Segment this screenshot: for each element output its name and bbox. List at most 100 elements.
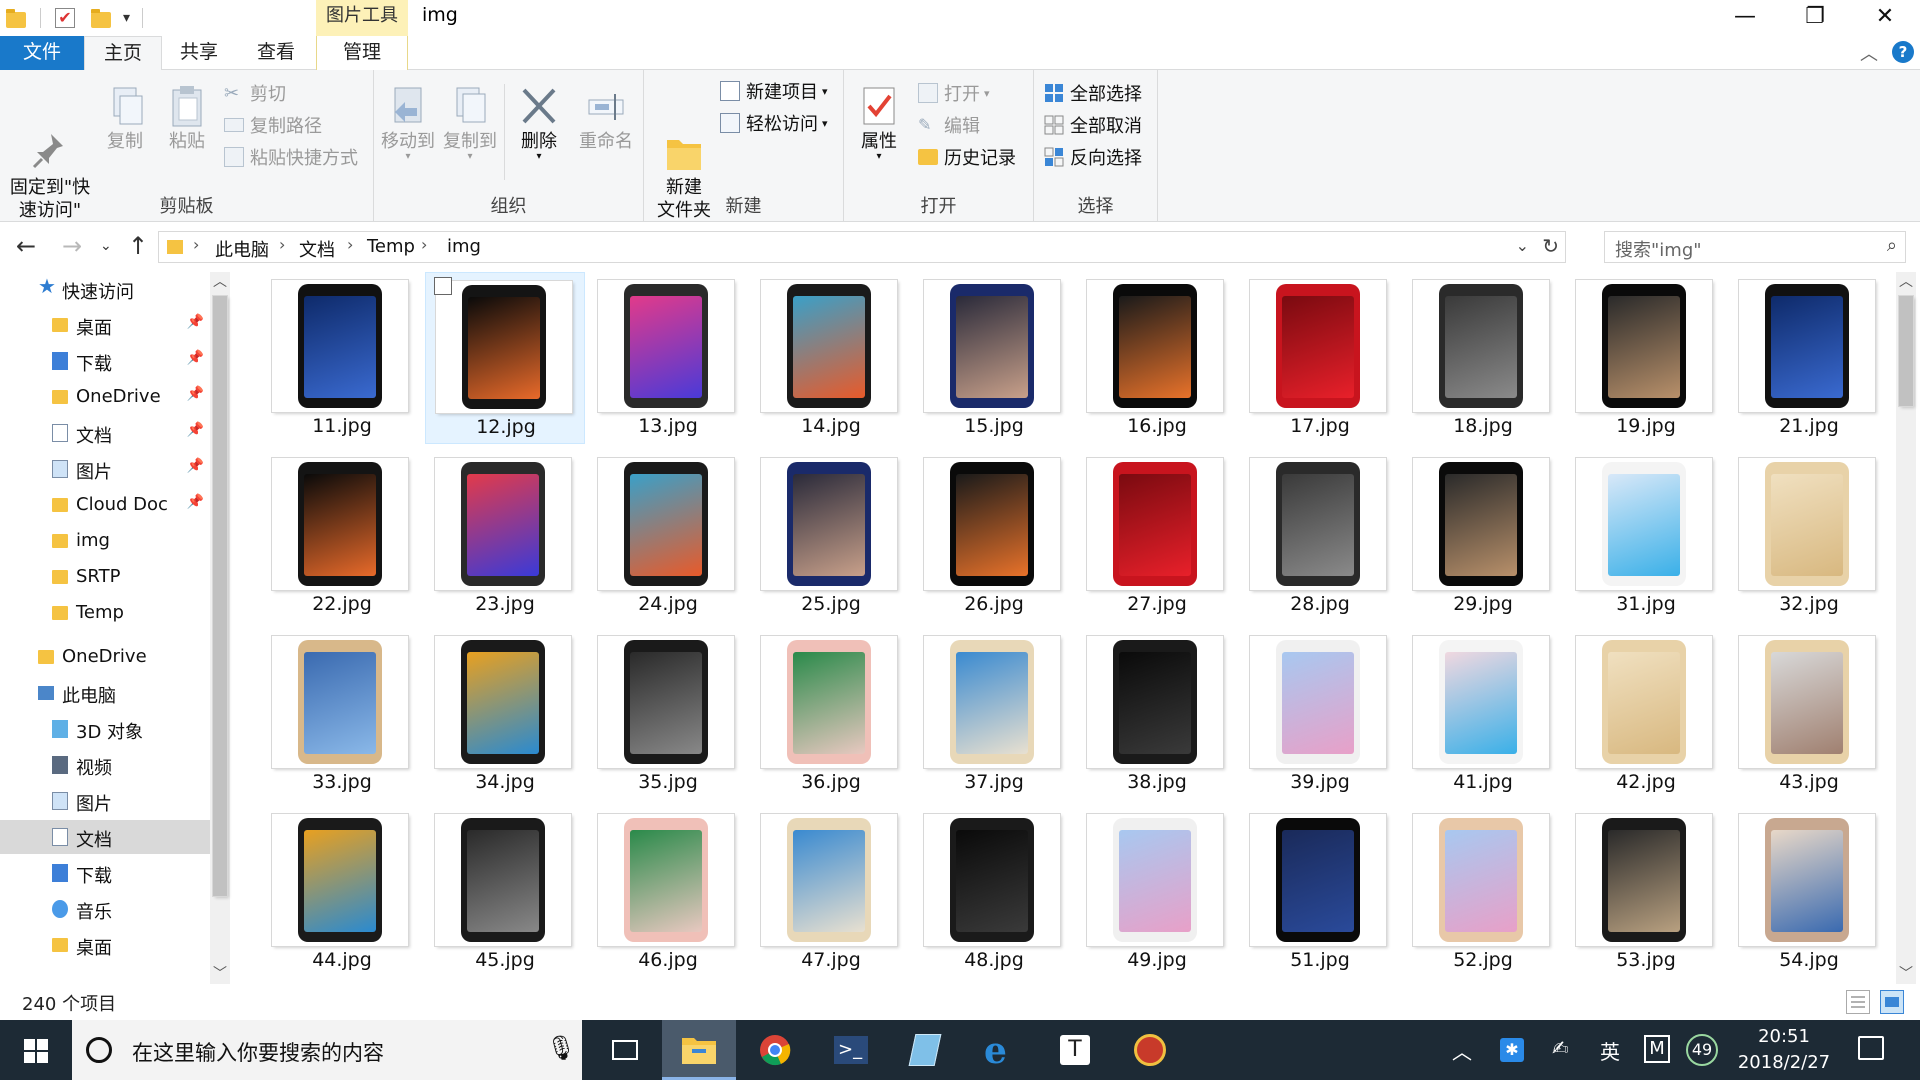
file-item[interactable]: 44.jpg [262,806,422,978]
close-button[interactable]: ✕ [1850,0,1920,36]
scroll-down-arrow-icon[interactable]: ﹀ [210,964,230,984]
paste-button[interactable]: 粘贴 [162,84,212,153]
properties-button[interactable]: 属性 ▾ [854,84,904,162]
collapse-ribbon-icon[interactable]: ︿ [1860,40,1878,66]
copy-to-button[interactable]: 复制到 ▾ [442,84,498,162]
nav-item[interactable]: 桌面 [0,928,210,962]
file-item[interactable]: 13.jpg [588,272,748,444]
scroll-down-arrow-icon[interactable]: ﹀ [1896,964,1916,984]
clock-time[interactable]: 20:51 [1736,1026,1832,1047]
file-item[interactable]: 39.jpg [1240,628,1400,800]
notepad-taskbar-button[interactable] [888,1020,962,1080]
properties-check-icon[interactable]: ✔ [55,8,75,28]
file-item[interactable]: 33.jpg [262,628,422,800]
file-item[interactable]: 11.jpg [262,272,422,444]
tab-view[interactable]: 查看 [236,36,316,70]
nav-item[interactable]: 桌面 📌 [0,308,210,342]
nav-item[interactable]: 图片 📌 [0,452,210,486]
nav-item[interactable]: img [0,524,210,558]
nav-item[interactable]: ★ 快速访问 [0,272,210,306]
file-item[interactable]: 51.jpg [1240,806,1400,978]
recent-locations-chevron-icon[interactable]: ⌄ [100,238,112,254]
file-item[interactable]: 25.jpg [751,450,911,622]
scrollbar-thumb[interactable] [1899,296,1913,406]
large-icons-view-icon[interactable] [1880,990,1904,1014]
breadcrumb-temp[interactable]: Temp [367,236,415,257]
nav-item[interactable]: Temp [0,596,210,630]
start-button[interactable] [0,1020,72,1080]
forward-arrow-icon[interactable]: → [62,232,82,260]
file-item[interactable]: 14.jpg [751,272,911,444]
file-item[interactable]: 54.jpg [1729,806,1882,978]
file-item[interactable]: 19.jpg [1566,272,1726,444]
file-item[interactable]: 18.jpg [1403,272,1563,444]
search-icon[interactable]: ⌕ [1887,235,1897,256]
file-item[interactable]: 22.jpg [262,450,422,622]
nav-item[interactable]: 下载 📌 [0,344,210,378]
address-dropdown-chevron-icon[interactable]: ⌄ [1516,236,1529,255]
back-arrow-icon[interactable]: ← [16,232,36,260]
input-mode-indicator[interactable]: M [1644,1035,1670,1063]
file-item[interactable]: 35.jpg [588,628,748,800]
file-item[interactable]: 47.jpg [751,806,911,978]
file-item[interactable]: 46.jpg [588,806,748,978]
file-item[interactable]: 28.jpg [1240,450,1400,622]
cut-button[interactable]: ✂ 剪切 [224,80,286,106]
select-none-button[interactable]: 全部取消 [1044,112,1142,138]
file-item[interactable]: 23.jpg [425,450,585,622]
file-item[interactable]: 53.jpg [1566,806,1726,978]
navigation-pane-scrollbar[interactable]: ︿ ﹀ [210,272,230,984]
tab-home[interactable]: 主页 [84,36,162,71]
input-method-language[interactable]: 英 [1600,1036,1620,1065]
address-path-box[interactable]: › 此电脑 › 文档 › Temp › img ⌄ ↻ [158,231,1566,263]
up-arrow-icon[interactable]: ↑ [128,232,148,260]
nav-item[interactable]: 下载 [0,856,210,890]
file-item[interactable]: 17.jpg [1240,272,1400,444]
copy-button[interactable]: 复制 [100,84,150,153]
file-item[interactable]: 32.jpg [1729,450,1882,622]
tab-share[interactable]: 共享 [162,36,236,70]
copy-path-button[interactable]: 复制路径 [224,112,322,138]
breadcrumb-img[interactable]: img [447,236,481,257]
task-view-button[interactable] [588,1020,662,1080]
typora-taskbar-button[interactable]: T [1038,1020,1112,1080]
file-explorer-taskbar-button[interactable] [662,1020,736,1080]
invert-selection-button[interactable]: 反向选择 [1044,144,1142,170]
scrollbar-thumb[interactable] [213,296,227,896]
file-grid-scrollbar[interactable]: ︿ ﹀ [1896,272,1916,984]
nav-item[interactable]: OneDrive [0,640,210,674]
nav-item[interactable]: 此电脑 [0,676,210,710]
customize-qat-dropdown-icon[interactable]: ▾ [123,10,130,26]
file-item[interactable]: 49.jpg [1077,806,1237,978]
breadcrumb-documents[interactable]: 文档 [299,236,335,262]
file-item[interactable]: 38.jpg [1077,628,1237,800]
breadcrumb-separator-icon[interactable]: › [193,235,199,254]
file-item[interactable]: 15.jpg [914,272,1074,444]
nav-item[interactable]: OneDrive 📌 [0,380,210,414]
breadcrumb-separator-icon[interactable]: › [279,235,285,254]
show-hidden-icons-chevron-icon[interactable]: ︿ [1452,1036,1472,1065]
delete-button[interactable]: 删除 ▾ [514,84,564,162]
move-to-button[interactable]: 移动到 ▾ [380,84,436,162]
nav-item[interactable]: 文档 [0,820,210,854]
file-item[interactable]: 36.jpg [751,628,911,800]
restore-button[interactable]: ❐ [1780,0,1850,36]
select-checkbox[interactable] [434,277,452,295]
chrome-taskbar-button[interactable] [738,1020,812,1080]
nav-item[interactable]: 视频 [0,748,210,782]
taskbar-search-box[interactable]: 在这里输入你要搜索的内容 🎙 [72,1020,582,1080]
file-item[interactable]: 41.jpg [1403,628,1563,800]
new-item-button[interactable]: 新建项目 ▾ [720,78,828,104]
file-item[interactable]: 26.jpg [914,450,1074,622]
history-button[interactable]: 历史记录 [918,144,1016,170]
file-item[interactable]: 29.jpg [1403,450,1563,622]
file-item[interactable]: 31.jpg [1566,450,1726,622]
nav-item[interactable]: 音乐 [0,892,210,926]
details-view-icon[interactable] [1846,990,1870,1014]
nav-item[interactable]: 3D 对象 [0,712,210,746]
file-item[interactable]: 21.jpg [1729,272,1882,444]
powershell-taskbar-button[interactable]: >_ [814,1020,888,1080]
nav-item[interactable]: 文档 📌 [0,416,210,450]
open-button[interactable]: 打开 ▾ [918,80,990,106]
pen-workspace-icon[interactable]: ✍ [1552,1036,1569,1060]
